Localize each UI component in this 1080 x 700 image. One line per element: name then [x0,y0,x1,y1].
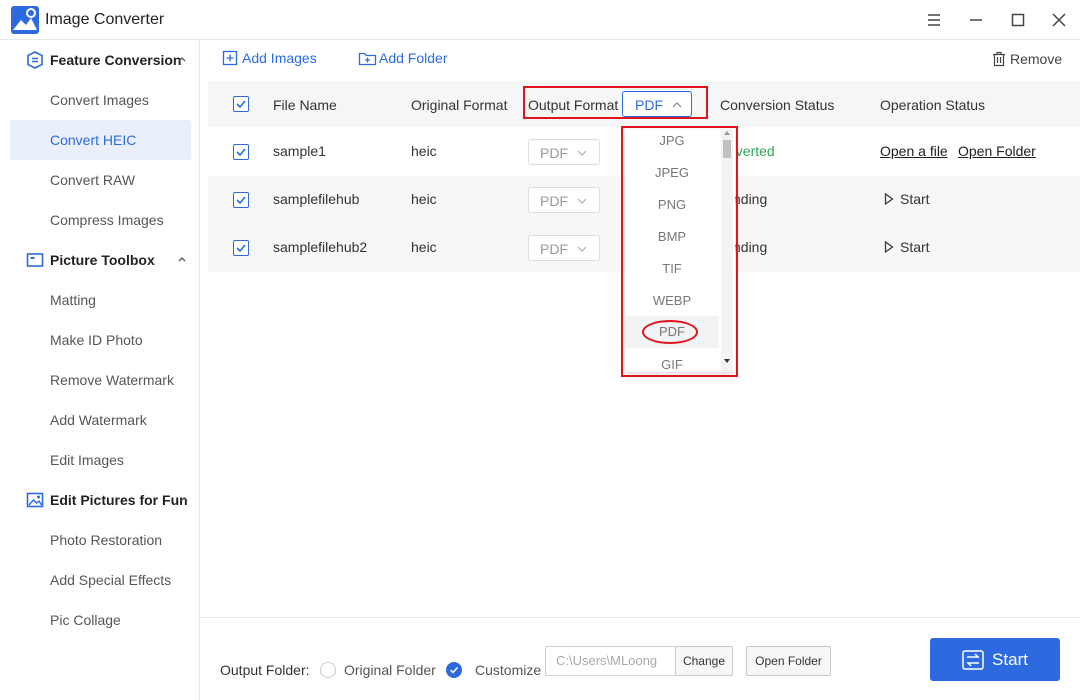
sidebar-item-convert-heic[interactable]: Convert HEIC [10,120,191,160]
customize-label: Customize [475,662,542,678]
original-folder-label: Original Folder [344,662,436,678]
conversion-status: nding [733,239,768,255]
check-icon [449,666,459,674]
maximize-icon[interactable] [1008,10,1028,30]
sidebar-item-matting[interactable]: Matting [10,280,191,320]
start-row-button[interactable]: Start [884,239,930,255]
sidebar-item-remove-watermark[interactable]: Remove Watermark [10,360,191,400]
highlight-box [523,86,708,119]
original-format: heic [411,143,437,159]
check-icon [236,148,246,157]
output-folder-label: Output Folder: [220,662,310,678]
convert-icon [962,649,984,670]
chevron-down-icon [577,150,587,156]
chevron-up-icon [180,497,188,502]
sidebar-item-convert-images[interactable]: Convert Images [10,80,191,120]
edit-pictures-icon [26,492,44,508]
file-name: samplefilehub [273,191,360,207]
row-format-select[interactable]: PDF [528,187,600,213]
play-icon [884,241,894,253]
check-icon [236,244,246,253]
menu-icon[interactable] [924,10,944,30]
chevron-down-icon [577,246,587,252]
conversion-status: nding [733,191,768,207]
chevron-up-icon [178,57,186,62]
sidebar-item-add-special-effects[interactable]: Add Special Effects [10,560,191,600]
sidebar-item-add-watermark[interactable]: Add Watermark [10,400,191,440]
row-format-select[interactable]: PDF [528,235,600,261]
add-folder-button[interactable]: Add Folder [358,50,447,66]
sidebar-item-pic-collage[interactable]: Pic Collage [10,600,191,640]
section-label: Picture Toolbox [50,252,155,268]
sidebar-item-photo-restoration[interactable]: Photo Restoration [10,520,191,560]
select-all-checkbox[interactable] [233,96,249,112]
header-file-name: File Name [273,97,337,113]
row-checkbox[interactable] [233,192,249,208]
chevron-down-icon [577,198,587,204]
sidebar-item-edit-images[interactable]: Edit Images [10,440,191,480]
app-title: Image Converter [45,11,165,28]
open-folder-button[interactable]: Open Folder [746,646,831,676]
sidebar-item-convert-raw[interactable]: Convert RAW [10,160,191,200]
trash-icon [993,51,1005,67]
section-feature-conversion[interactable]: Feature Conversion [0,40,200,80]
original-format: heic [411,191,437,207]
start-row-button[interactable]: Start [884,191,930,207]
section-picture-toolbox[interactable]: Picture Toolbox [0,240,200,280]
app-logo-icon [11,6,39,34]
header-original-format: Original Format [411,97,508,113]
original-folder-radio[interactable] [320,662,336,678]
change-button[interactable]: Change [675,646,733,676]
sidebar-item-compress-images[interactable]: Compress Images [10,200,191,240]
open-folder-link[interactable]: Open Folder [958,143,1036,159]
chevron-up-icon [178,257,186,262]
file-name: samplefilehub2 [273,239,368,255]
minimize-icon[interactable] [966,10,986,30]
feature-conversion-icon [27,51,43,69]
row-checkbox[interactable] [233,144,249,160]
open-file-link[interactable]: Open a file [880,143,948,159]
header-operation-status: Operation Status [880,97,986,113]
check-icon [236,196,246,205]
add-images-button[interactable]: Add Images [222,50,317,66]
section-edit-pictures-for-fun[interactable]: Edit Pictures for Fun [0,480,200,520]
header-conversion-status: Conversion Status [720,97,835,113]
highlight-box [621,126,738,377]
row-checkbox[interactable] [233,240,249,256]
play-icon [884,193,894,205]
customize-radio[interactable] [446,662,462,678]
sidebar: Feature Conversion Convert Images Conver… [0,40,200,700]
close-icon[interactable] [1049,10,1069,30]
file-name: sample1 [273,143,326,159]
sidebar-item-make-id-photo[interactable]: Make ID Photo [10,320,191,360]
remove-button[interactable]: Remove [992,51,1062,67]
section-label: Edit Pictures for Fun [50,492,188,508]
add-folder-icon [358,52,377,66]
output-path-input[interactable]: C:\Users\MLoong [545,646,676,676]
picture-toolbox-icon [26,253,44,267]
row-format-select[interactable]: PDF [528,139,600,165]
title-bar: Image Converter [0,0,1080,40]
footer: Output Folder: Original Folder Customize… [200,617,1080,700]
add-image-icon [222,50,238,66]
section-label: Feature Conversion [50,52,182,68]
check-icon [236,100,246,109]
start-button[interactable]: Start [930,638,1060,681]
original-format: heic [411,239,437,255]
